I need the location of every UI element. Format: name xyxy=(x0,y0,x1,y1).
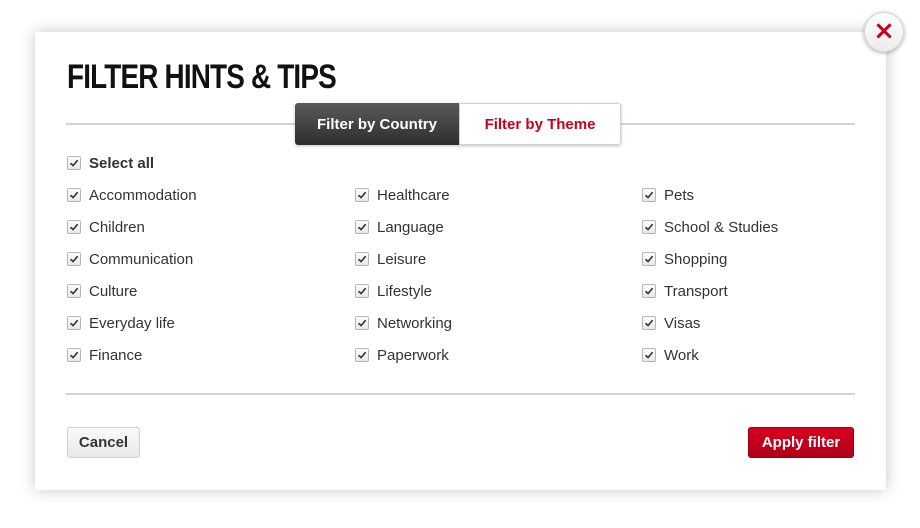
option-label: Children xyxy=(89,218,145,236)
option-label: Transport xyxy=(664,282,728,300)
checkbox[interactable] xyxy=(355,220,369,234)
checkbox[interactable] xyxy=(67,220,81,234)
option-label: Healthcare xyxy=(377,186,450,204)
option-pets[interactable]: Pets xyxy=(642,185,694,205)
checkmark-icon xyxy=(357,223,367,231)
select-all-checkbox[interactable] xyxy=(67,156,81,170)
option-networking[interactable]: Networking xyxy=(355,313,452,333)
checkmark-icon xyxy=(644,223,654,231)
checkmark-icon xyxy=(69,287,79,295)
checkmark-icon xyxy=(69,319,79,327)
checkbox[interactable] xyxy=(642,188,656,202)
option-label: Everyday life xyxy=(89,314,175,332)
checkbox[interactable] xyxy=(355,284,369,298)
option-leisure[interactable]: Leisure xyxy=(355,249,426,269)
filter-tabs: Filter by Country Filter by Theme xyxy=(295,103,621,145)
filter-modal: FILTER HINTS & TIPS Filter by Country Fi… xyxy=(35,32,886,490)
checkbox[interactable] xyxy=(67,348,81,362)
checkmark-icon xyxy=(644,191,654,199)
option-label: School & Studies xyxy=(664,218,779,236)
checkmark-icon xyxy=(69,159,79,167)
modal-title: FILTER HINTS & TIPS xyxy=(67,58,337,96)
checkbox[interactable] xyxy=(642,284,656,298)
tab-filter-by-country[interactable]: Filter by Country xyxy=(295,103,459,145)
checkmark-icon xyxy=(357,287,367,295)
option-label: Culture xyxy=(89,282,138,300)
option-culture[interactable]: Culture xyxy=(67,281,137,301)
select-all-label: Select all xyxy=(89,154,155,172)
cancel-button[interactable]: Cancel xyxy=(67,427,140,458)
option-label: Pets xyxy=(664,186,695,204)
option-label: Networking xyxy=(377,314,453,332)
option-label: Accommodation xyxy=(89,186,197,204)
checkmark-icon xyxy=(644,255,654,263)
checkmark-icon xyxy=(69,255,79,263)
close-button[interactable]: × xyxy=(864,12,904,52)
option-school-studies[interactable]: School & Studies xyxy=(642,217,778,237)
apply-filter-button[interactable]: Apply filter xyxy=(748,427,854,458)
option-label: Finance xyxy=(89,346,143,364)
option-shopping[interactable]: Shopping xyxy=(642,249,727,269)
tab-filter-by-theme[interactable]: Filter by Theme xyxy=(459,103,621,145)
option-healthcare[interactable]: Healthcare xyxy=(355,185,450,205)
option-label: Visas xyxy=(664,314,701,332)
checkmark-icon xyxy=(357,191,367,199)
option-everyday-life[interactable]: Everyday life xyxy=(67,313,175,333)
checkmark-icon xyxy=(69,223,79,231)
checkmark-icon xyxy=(357,319,367,327)
checkmark-icon xyxy=(357,351,367,359)
checkbox[interactable] xyxy=(355,348,369,362)
option-label: Communication xyxy=(89,250,194,268)
option-communication[interactable]: Communication xyxy=(67,249,193,269)
checkmark-icon xyxy=(69,191,79,199)
select-all-option[interactable]: Select all xyxy=(67,153,154,173)
checkbox[interactable] xyxy=(355,188,369,202)
checkbox[interactable] xyxy=(642,252,656,266)
checkmark-icon xyxy=(357,255,367,263)
option-lifestyle[interactable]: Lifestyle xyxy=(355,281,432,301)
option-transport[interactable]: Transport xyxy=(642,281,728,301)
checkbox[interactable] xyxy=(355,316,369,330)
checkmark-icon xyxy=(644,351,654,359)
checkbox[interactable] xyxy=(642,348,656,362)
checkbox[interactable] xyxy=(67,252,81,266)
option-label: Work xyxy=(664,346,699,364)
checkbox[interactable] xyxy=(355,252,369,266)
checkbox[interactable] xyxy=(67,316,81,330)
option-work[interactable]: Work xyxy=(642,345,699,365)
checkbox[interactable] xyxy=(67,188,81,202)
option-paperwork[interactable]: Paperwork xyxy=(355,345,449,365)
bottom-divider xyxy=(66,393,855,395)
option-label: Language xyxy=(377,218,444,236)
option-label: Leisure xyxy=(377,250,427,268)
option-accommodation[interactable]: Accommodation xyxy=(67,185,197,205)
checkbox[interactable] xyxy=(67,284,81,298)
option-label: Lifestyle xyxy=(377,282,433,300)
checkbox[interactable] xyxy=(642,220,656,234)
close-icon: × xyxy=(873,16,895,46)
option-label: Paperwork xyxy=(377,346,449,364)
option-children[interactable]: Children xyxy=(67,217,145,237)
checkmark-icon xyxy=(644,319,654,327)
checkmark-icon xyxy=(644,287,654,295)
checkbox[interactable] xyxy=(642,316,656,330)
option-label: Shopping xyxy=(664,250,728,268)
option-visas[interactable]: Visas xyxy=(642,313,700,333)
option-language[interactable]: Language xyxy=(355,217,444,237)
checkmark-icon xyxy=(69,351,79,359)
option-finance[interactable]: Finance xyxy=(67,345,142,365)
